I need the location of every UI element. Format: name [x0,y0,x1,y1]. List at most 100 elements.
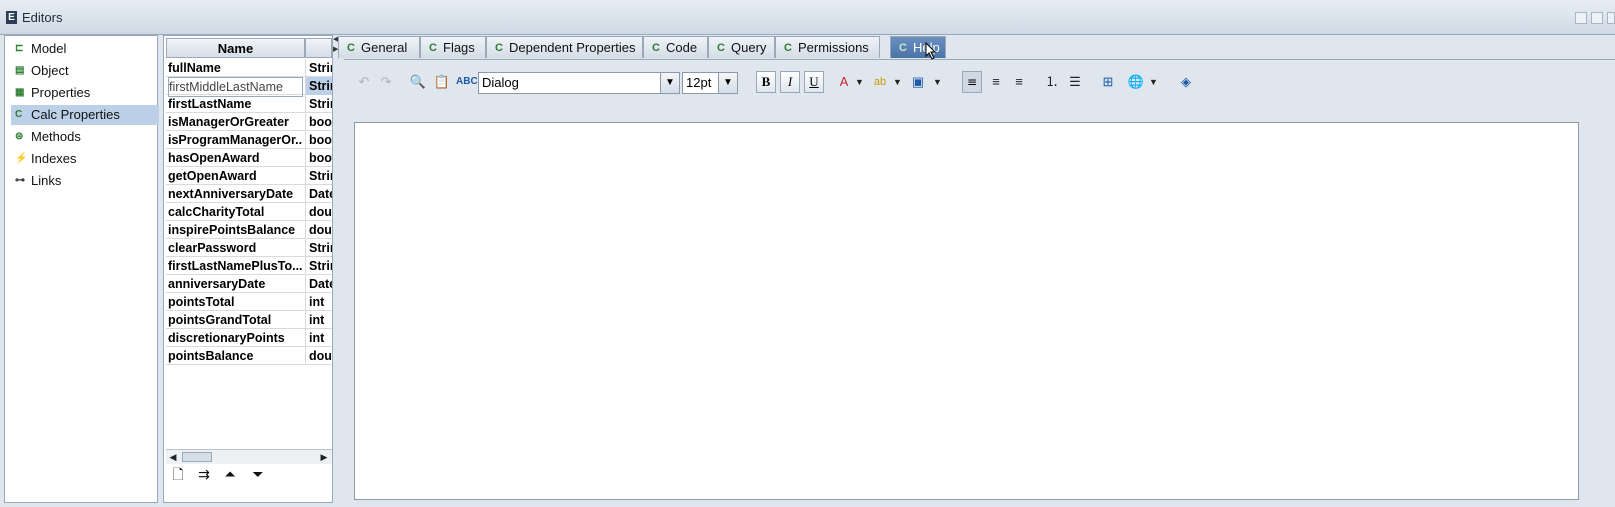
nav-item-object[interactable]: ▤ Object [11,61,159,81]
font-family-value: Dialog [482,75,519,90]
new-item-icon[interactable]: 🗋 [168,464,188,484]
row-type: Strin [305,77,332,95]
align-left-button[interactable]: ≡ [962,71,982,93]
horizontal-scrollbar[interactable]: ◀ ▶ [166,449,332,464]
table-row[interactable]: isProgramManagerOr... boo [166,131,332,149]
tab-calc-icon: C [784,42,792,54]
table-row[interactable]: isManagerOrGreater boo [166,113,332,131]
nav-item-label: Calc Properties [31,107,120,122]
undo-icon[interactable]: ↶ [354,72,374,92]
tab-calc-icon: C [347,42,355,54]
font-size-select[interactable]: 12pt ▼ [682,72,738,94]
font-size-value: 12pt [686,75,712,90]
redo-icon[interactable]: ↷ [376,72,396,92]
row-name: clearPassword [168,241,257,255]
calc-properties-table: Name fullNameStrin firstMiddleLastNameSt… [163,35,333,503]
table-row[interactable]: pointsTotal int [166,293,332,311]
methods-icon: ⊜ [15,131,24,142]
maximize-icon[interactable] [1591,12,1603,24]
nav-item-methods[interactable]: ⊜ Methods [11,127,159,147]
table-row[interactable]: calcCharityTotal dou [166,203,332,221]
help-text-editor[interactable] [354,122,1579,500]
tab-general[interactable]: C General [338,36,420,58]
chevron-down-icon[interactable]: ▼ [893,77,902,87]
table-row[interactable]: clearPassword Strin [166,239,332,257]
minimize-icon[interactable] [1575,12,1587,24]
scroll-right-icon[interactable]: ▶ [318,451,330,463]
insert-image-icon[interactable]: ▣ [908,72,928,92]
row-type: dou [305,221,332,239]
table-row[interactable]: getOpenAward Strin [166,167,332,185]
table-row[interactable]: fullName Strin [166,59,332,77]
row-type: int [305,293,332,311]
nav-item-model[interactable]: ⊏ Model [11,39,159,59]
move-up-icon[interactable]: ⏶ [220,464,240,484]
row-type: Strin [305,167,332,185]
table-row[interactable]: pointsBalance dou [166,347,332,365]
tab-permissions[interactable]: C Permissions [775,36,880,58]
row-type: Strin [305,239,332,257]
scroll-left-icon[interactable]: ◀ [167,451,179,463]
align-center-icon[interactable]: ≡ [986,72,1006,92]
tab-calc-icon: C [899,42,907,54]
nav-item-indexes[interactable]: ⚡ Indexes [11,149,159,169]
paste-icon[interactable]: 📋 [432,72,452,92]
close-icon[interactable] [1607,12,1615,24]
column-header-name[interactable]: Name [166,38,305,58]
row-name: firstLastName [168,97,252,111]
column-header-type[interactable] [305,38,332,58]
move-down-icon[interactable]: ⏷ [248,464,268,484]
tab-label: Permissions [798,40,869,55]
tab-dependent-properties[interactable]: C Dependent Properties [486,36,643,58]
insert-table-icon[interactable]: ⊞ [1098,72,1118,92]
tab-query[interactable]: C Query [708,36,775,58]
table-row[interactable]: nextAnniversaryDate Date [166,185,332,203]
table-row[interactable]: firstLastName Strin [166,95,332,113]
find-replace-icon[interactable]: 🔍 [408,72,428,92]
spellcheck-icon[interactable]: ABC [456,72,478,92]
row-type: Strin [305,95,332,113]
tab-code[interactable]: C Code [643,36,708,58]
italic-button[interactable]: I [780,71,800,93]
nav-item-label: Links [31,173,62,188]
source-view-icon[interactable]: ◈ [1176,72,1196,92]
font-family-select[interactable]: Dialog ▼ [478,72,680,94]
table-row[interactable]: hasOpenAward boo [166,149,332,167]
editors-app-icon: E [6,11,17,24]
row-name: isManagerOrGreater [168,115,289,129]
chevron-down-icon[interactable]: ▼ [933,77,942,87]
table-row[interactable]: firstLastNamePlusTo...Strin [166,257,332,275]
nav-item-properties[interactable]: ▦ Properties [11,83,159,103]
nav-item-label: Properties [31,85,91,100]
underline-button[interactable]: U [804,71,824,93]
tab-label: Flags [443,40,475,55]
align-right-icon[interactable]: ≡ [1009,72,1029,92]
numbered-list-icon[interactable]: ⒈ [1042,72,1062,92]
nav-item-links[interactable]: ⊶ Links [11,171,159,191]
chevron-down-icon[interactable]: ▼ [855,77,864,87]
insert-link-icon[interactable]: 🌐 [1126,72,1146,92]
chevron-down-icon[interactable]: ▼ [718,73,737,93]
row-type: Strin [305,257,332,275]
window-title: Editors [22,10,63,25]
tab-help[interactable]: CHelp [890,36,946,58]
scroll-thumb[interactable] [182,452,212,462]
tab-label: Code [666,40,698,55]
table-row-selected[interactable]: firstMiddleLastNameStrin [166,77,332,97]
bold-button[interactable]: B [756,71,776,93]
text-color-icon[interactable]: A [834,72,854,92]
chevron-down-icon[interactable]: ▼ [660,73,679,93]
row-name: isProgramManagerOr... [168,133,303,147]
rich-text-toolbar: ↶ ↷ 🔍 📋 ABC Dialog ▼ 12pt ▼ B I U A ▼ ab… [352,69,1615,97]
table-row[interactable]: anniversaryDate Date [166,275,332,293]
tab-calc-icon: C [495,42,503,54]
bullet-list-icon[interactable]: ☰ [1065,72,1085,92]
table-row[interactable]: discretionaryPoints int [166,329,332,347]
rename-item-icon[interactable]: ⇉ [194,464,214,484]
highlight-color-icon[interactable]: ab [870,72,890,92]
tab-flags[interactable]: C Flags [420,36,486,58]
table-row[interactable]: pointsGrandTotal int [166,311,332,329]
nav-item-calc-properties[interactable]: C Calc Properties [11,105,159,125]
chevron-down-icon[interactable]: ▼ [1149,77,1158,87]
table-row[interactable]: inspirePointsBalance dou [166,221,332,239]
